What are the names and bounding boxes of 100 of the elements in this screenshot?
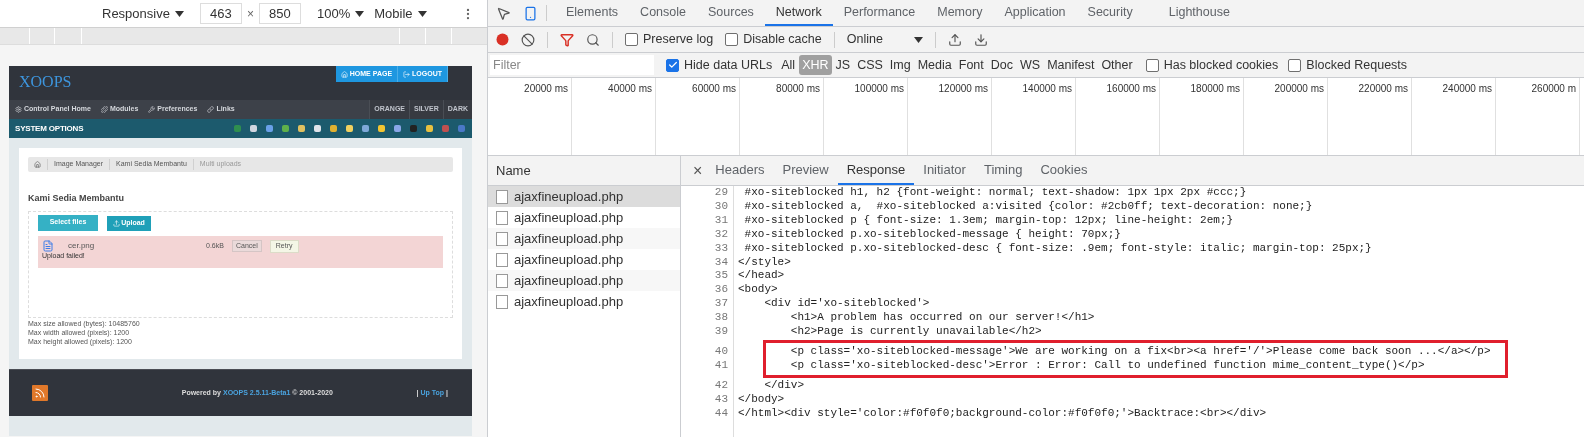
request-row[interactable]: ajaxfineupload.php	[488, 186, 680, 207]
site-logo[interactable]: XOOPS	[19, 74, 72, 90]
filter-icon[interactable]	[560, 32, 574, 47]
detail-tab[interactable]: Initiator	[914, 156, 975, 185]
section-title: SYSTEM OPTIONS	[15, 122, 84, 135]
type-filter[interactable]: Doc	[987, 55, 1016, 75]
checkbox[interactable]	[625, 33, 638, 46]
type-filter[interactable]: JS	[832, 55, 854, 75]
type-filter[interactable]: CSS	[854, 55, 886, 75]
line-number: 29	[714, 186, 728, 200]
devtools-tab[interactable]: Lighthouse	[1157, 0, 1241, 26]
file-icon	[42, 240, 54, 252]
device-toggle-icon[interactable]	[523, 5, 538, 21]
detail-tab[interactable]: Timing	[974, 156, 1032, 185]
timeline-tick: 220000 ms	[1358, 82, 1408, 96]
checkbox[interactable]	[1145, 58, 1159, 72]
code-line: #xo-siteblocked a, #xo-siteblocked a:visited {color: #2cb0ff; text-decoration: none;}	[743, 199, 1313, 214]
line-number: 35	[714, 269, 728, 284]
file-icon	[496, 210, 508, 225]
device-select[interactable]: Responsive	[102, 3, 184, 24]
timeline-tick: 60000 ms	[692, 82, 736, 96]
file-icon	[496, 273, 508, 288]
detail-tab[interactable]: Cookies	[1031, 156, 1097, 185]
height-field[interactable]: 850	[258, 3, 301, 24]
line-number: 32	[714, 227, 728, 242]
type-filter[interactable]: Manifest	[1044, 55, 1098, 75]
home-icon[interactable]	[34, 161, 41, 168]
file-icon	[496, 294, 508, 309]
puzzle-icon	[100, 106, 108, 113]
caret-icon	[174, 10, 184, 17]
detail-tab[interactable]: Preview	[773, 156, 838, 185]
checkbox[interactable]	[725, 33, 739, 46]
line-number: 41	[714, 358, 728, 373]
code-line: #xo-siteblocked h1, h2 {font-weight: normal; text-shadow: 1px 1px 2px #ccc;}	[743, 186, 1247, 200]
checkbox-label: Hide data URLs	[684, 56, 773, 74]
record-icon[interactable]	[496, 33, 509, 46]
file-icon	[496, 189, 508, 204]
rss-icon[interactable]	[32, 385, 48, 401]
checkbox-label: Blocked Requests	[1306, 56, 1408, 74]
close-button[interactable]: ×	[689, 156, 707, 185]
code-line: <h1>A problem has occurred on our server!</h1>	[789, 311, 1095, 326]
timeline-tick: 200000 ms	[1274, 82, 1324, 96]
timeline-tick: 80000 ms	[776, 82, 820, 96]
checkbox[interactable]	[1288, 58, 1302, 72]
detail-tab[interactable]: Response	[837, 156, 915, 185]
line-number: 43	[714, 392, 728, 407]
type-filter[interactable]: All	[778, 55, 799, 75]
code-line: #xo-siteblocked p.xo-siteblocked-desc { font-size: .9em; font-style: italic; margin-top: 25px;}	[743, 241, 1372, 256]
inspect-icon[interactable]	[496, 5, 511, 21]
mode-select[interactable]: Mobile	[374, 3, 427, 24]
devtools-tab[interactable]: Application	[993, 0, 1077, 26]
checkbox-label: Disable cache	[743, 31, 822, 49]
devtools-tab[interactable]: Security	[1076, 0, 1144, 26]
type-filter[interactable]: Media	[914, 55, 955, 75]
timeline-tick: 120000 ms	[938, 82, 988, 96]
type-filter[interactable]: Other	[1098, 55, 1136, 75]
type-filter[interactable]: Font	[955, 55, 987, 75]
wrench-icon	[148, 106, 156, 113]
search-icon[interactable]	[586, 32, 600, 47]
timeline-tick: 40000 ms	[608, 82, 652, 96]
request-row[interactable]: ajaxfineupload.php	[488, 270, 680, 291]
timeline-tick: 160000 ms	[1106, 82, 1156, 96]
devtools-tab[interactable]: Memory	[926, 0, 994, 26]
request-row[interactable]: ajaxfineupload.php	[488, 228, 680, 249]
caret-icon	[417, 10, 427, 17]
code-line: <p class='xo-siteblocked-desc'>Error : Error: Call to undefined function mime_content_type()</p>	[789, 358, 1425, 373]
zoom-select[interactable]: 100%	[316, 3, 365, 24]
filter-field[interactable]: Filter	[490, 55, 654, 75]
devtools-tab[interactable]: Performance	[832, 0, 927, 26]
checkbox-label: Preserve log	[643, 31, 714, 49]
type-filter[interactable]: Img	[886, 55, 914, 75]
column-header[interactable]: Name	[488, 156, 680, 186]
caret-icon	[913, 36, 923, 43]
checkbox[interactable]	[666, 58, 679, 72]
file-name: cer.png	[68, 240, 96, 252]
file-icon	[496, 252, 508, 267]
code-line: #xo-siteblocked p { font-size: 1.3em; margin-top: 12px; line-height: 2em;}	[743, 213, 1234, 228]
detail-tab[interactable]: Headers	[706, 156, 774, 185]
line-number: 38	[714, 311, 728, 326]
line-number: 36	[714, 283, 728, 298]
upload-icon[interactable]	[947, 32, 962, 47]
devtools-tab[interactable]: Console	[629, 0, 697, 26]
code-line: #xo-siteblocked p.xo-siteblocked-message { height: 70px;}	[743, 227, 1121, 242]
checkbox-label: Has blocked cookies	[1163, 56, 1279, 74]
code-line: </style>	[738, 255, 791, 270]
gear-icon	[15, 106, 22, 113]
line-number: 30	[714, 199, 728, 214]
timeline-tick: 180000 ms	[1190, 82, 1240, 96]
devtools-tab[interactable]: Sources	[697, 0, 765, 26]
width-field[interactable]: 463	[199, 3, 242, 24]
timeline-tick: 20000 ms	[524, 82, 568, 96]
devtools-tab[interactable]: Elements	[555, 0, 630, 26]
timeline-tick: 140000 ms	[1022, 82, 1072, 96]
clear-icon[interactable]	[521, 32, 535, 47]
type-filter[interactable]: WS	[1017, 55, 1044, 75]
code-line: <p class='xo-siteblocked-message'>We are working on a fix<br><a href='/'>Please come back soon ...</a></p>	[789, 344, 1491, 359]
line-number: 37	[714, 297, 728, 312]
download-icon[interactable]	[973, 32, 988, 47]
throttle-select[interactable]: Online	[846, 30, 923, 49]
code-line: </body>	[738, 392, 785, 407]
